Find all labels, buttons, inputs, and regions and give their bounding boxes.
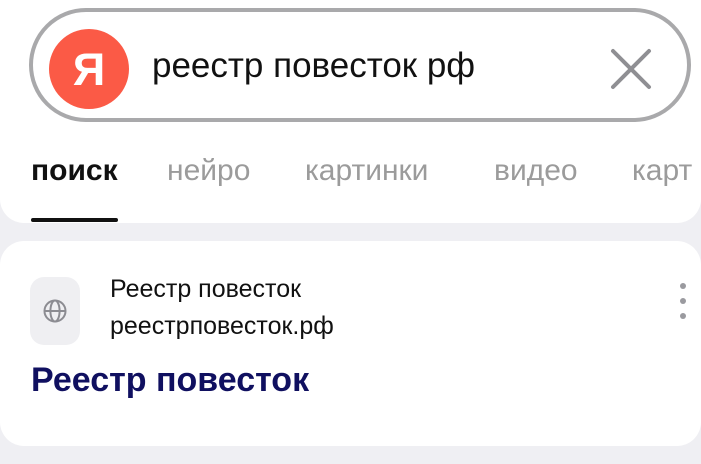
search-bar[interactable]: Я реестр повесток рф	[29, 8, 691, 122]
tab-search[interactable]: поиск	[31, 150, 118, 192]
site-favicon	[30, 277, 80, 345]
yandex-logo-icon[interactable]: Я	[49, 29, 129, 109]
close-icon	[611, 49, 651, 89]
search-results-page: Я реестр повесток рф поиск нейро картинк…	[0, 0, 701, 464]
result-site-name[interactable]: Реестр повесток	[110, 274, 301, 304]
search-query[interactable]: реестр повесток рф	[152, 46, 475, 86]
result-url[interactable]: реестрповесток.рф	[110, 311, 334, 341]
clear-search-button[interactable]	[608, 46, 654, 92]
more-dot-icon	[680, 313, 686, 319]
tab-neuro[interactable]: нейро	[167, 150, 250, 192]
search-header: Я реестр повесток рф поиск нейро картинк…	[0, 0, 701, 223]
more-options-button[interactable]	[677, 281, 691, 321]
tab-video[interactable]: видео	[494, 150, 578, 192]
more-dot-icon	[680, 283, 686, 289]
search-tabs: поиск нейро картинки видео карт	[0, 150, 701, 222]
globe-icon	[43, 299, 67, 323]
more-dot-icon	[680, 298, 686, 304]
result-title-link[interactable]: Реестр повесток	[31, 359, 309, 401]
active-tab-indicator	[31, 218, 118, 222]
tab-maps[interactable]: карт	[632, 150, 692, 192]
tab-images[interactable]: картинки	[305, 150, 428, 192]
search-result-card[interactable]: Реестр повесток реестрповесток.рф Реестр…	[0, 241, 701, 446]
